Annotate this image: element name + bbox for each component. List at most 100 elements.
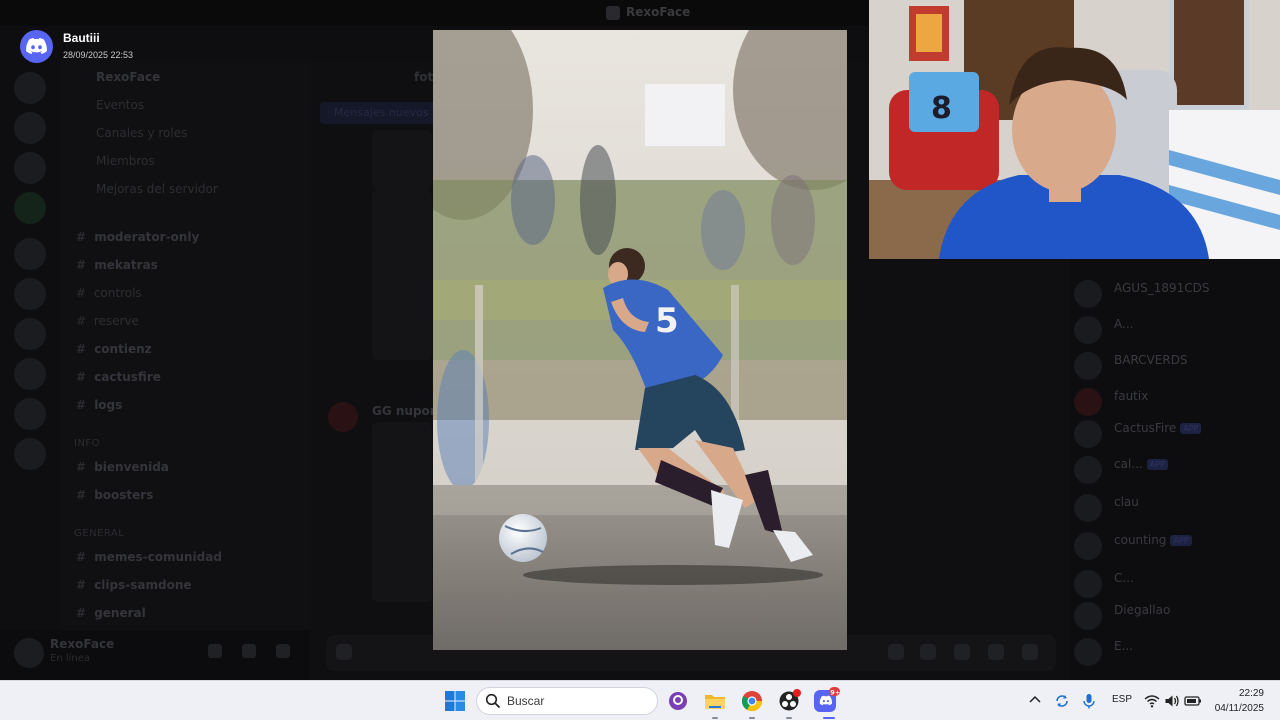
server-icon[interactable] [14,238,46,270]
channel-item[interactable]: # clips-samdone [76,578,192,592]
server-icon[interactable] [14,358,46,390]
screen: RexoFace RexoFace Eventos Canales y role… [0,0,1280,720]
member-item[interactable]: fautix [1074,386,1274,418]
gift-icon[interactable] [888,644,904,660]
search-placeholder: Buscar [507,694,545,708]
emoji-icon[interactable] [988,644,1004,660]
apps-icon[interactable] [1022,644,1038,660]
member-item[interactable]: Diegallao [1074,600,1274,632]
avatar [1074,388,1102,416]
svg-text:8: 8 [931,91,952,126]
member-item[interactable]: CactusFire APP [1074,418,1274,450]
chrome-icon[interactable] [738,687,766,715]
member-item[interactable]: counting APP [1074,530,1274,562]
notification-header[interactable]: Bautiii 28/09/2025 22:53 [0,27,433,67]
server-icon[interactable] [14,152,46,184]
clock-time[interactable]: 22:29 [1212,688,1264,699]
channel-item[interactable]: # general [76,606,146,620]
headphones-icon[interactable] [242,644,256,658]
running-indicator [786,717,792,719]
chevron-up-icon[interactable] [1028,693,1042,707]
user-name: RexoFace [50,637,115,651]
menu-members[interactable]: Miembros [96,154,155,168]
notification-badge: 9+ [830,689,840,697]
app-badge: APP [1146,459,1168,470]
channel-label: moderator-only [94,230,200,244]
avatar[interactable] [14,638,44,668]
server-icon[interactable] [14,278,46,310]
webcam-feed: 8 [869,0,1280,259]
server-icon[interactable] [14,192,46,224]
running-indicator [749,717,755,719]
avatar [1074,280,1102,308]
gif-icon[interactable] [920,644,936,660]
avatar[interactable] [328,402,358,432]
channel-item[interactable]: # boosters [76,488,153,502]
member-item[interactable]: AGUS_1891CDS [1074,278,1274,310]
channel-item[interactable]: # mekatras [76,258,158,272]
channel-sidebar: RexoFace Eventos Canales y roles Miembro… [60,60,310,630]
member-item[interactable]: cal... APP [1074,454,1274,486]
channel-item[interactable]: # cactusfire [76,370,161,384]
add-server-icon[interactable] [14,398,46,430]
webcam-overlay: 8 [869,0,1280,259]
language-indicator[interactable]: ESP [1112,694,1132,705]
message-image[interactable] [372,190,432,360]
app-icon [606,6,620,20]
category-header[interactable]: INFO [74,438,100,449]
member-item[interactable]: clau [1074,492,1274,524]
clock-date[interactable]: 04/11/2025 [1200,703,1264,714]
search-input[interactable]: Buscar [476,687,658,715]
member-item[interactable]: E... [1074,636,1274,668]
channel-item[interactable]: # controls [76,286,142,300]
file-explorer-icon[interactable] [701,687,729,715]
jersey-number: 5 [655,301,679,341]
gear-icon[interactable] [276,644,290,658]
sync-icon[interactable] [1054,693,1070,709]
member-item[interactable]: A... [1074,314,1274,346]
server-icon[interactable] [14,72,46,104]
channel-label: boosters [94,488,154,502]
microphone-icon[interactable] [1082,693,1096,709]
start-icon[interactable] [441,687,469,715]
category-header[interactable]: GENERAL [74,528,124,539]
user-panel: RexoFace En línea [0,630,310,680]
channel-label: bienvenida [94,460,169,474]
add-attachment-icon[interactable] [336,644,352,660]
member-name: counting [1114,533,1167,547]
github-desktop-icon[interactable] [664,687,692,715]
menu-events[interactable]: Eventos [96,98,144,112]
message-image[interactable] [372,422,432,602]
explore-icon[interactable] [14,438,46,470]
volume-icon[interactable] [1164,693,1180,709]
message-image[interactable] [372,130,432,190]
photo-viewer[interactable]: 5 [433,30,847,650]
avatar [1074,456,1102,484]
channel-item[interactable]: # contienz [76,342,152,356]
discord-icon[interactable]: 9+ [812,687,840,715]
window-title: RexoFace [626,5,691,19]
channel-label: general [94,606,146,620]
member-item[interactable]: BARCVERDS [1074,350,1274,382]
avatar [1074,570,1102,598]
obs-icon[interactable] [775,687,803,715]
sticker-icon[interactable] [954,644,970,660]
channel-label: controls [93,286,142,300]
server-icon[interactable] [14,112,46,144]
menu-channels-roles[interactable]: Canales y roles [96,126,187,140]
sender-name: Bautiii [63,31,100,45]
wifi-icon[interactable] [1144,693,1160,709]
channel-item[interactable]: # moderator-only [76,230,199,244]
server-name[interactable]: RexoFace [96,70,160,84]
menu-server-boosts[interactable]: Mejoras del servidor [96,182,218,196]
server-icon[interactable] [14,318,46,350]
member-name: Diegallao [1114,603,1171,617]
channel-item[interactable]: # bienvenida [76,460,169,474]
member-name: cal... [1114,457,1143,471]
member-item[interactable]: C... [1074,568,1274,600]
channel-item[interactable]: # logs [76,398,122,412]
channel-item[interactable]: # memes-comunidad [76,550,222,564]
avatar [1074,316,1102,344]
channel-item[interactable]: # reserve [76,314,139,328]
microphone-icon[interactable] [208,644,222,658]
